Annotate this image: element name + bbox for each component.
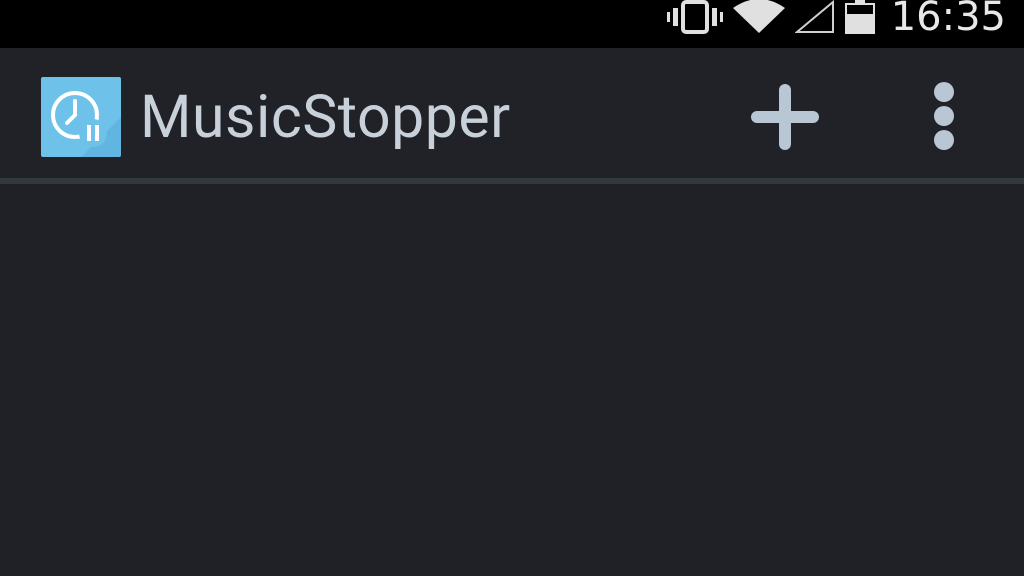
overflow-menu-icon — [934, 82, 954, 150]
main-content — [0, 184, 1024, 576]
add-button[interactable] — [745, 82, 825, 152]
overflow-menu-button[interactable] — [914, 78, 974, 158]
wifi-icon — [732, 0, 785, 33]
action-bar: MusicStopper — [0, 48, 1024, 178]
status-icons: 16:35 — [666, 0, 1006, 40]
battery-icon — [844, 0, 875, 34]
add-icon — [751, 84, 819, 150]
status-clock: 16:35 — [890, 0, 1006, 40]
timer-pause-icon[interactable] — [41, 77, 121, 157]
signal-icon — [794, 0, 834, 33]
status-bar: 16:35 — [0, 0, 1024, 48]
app-title: MusicStopper — [140, 83, 511, 152]
vibrate-icon — [666, 0, 723, 34]
